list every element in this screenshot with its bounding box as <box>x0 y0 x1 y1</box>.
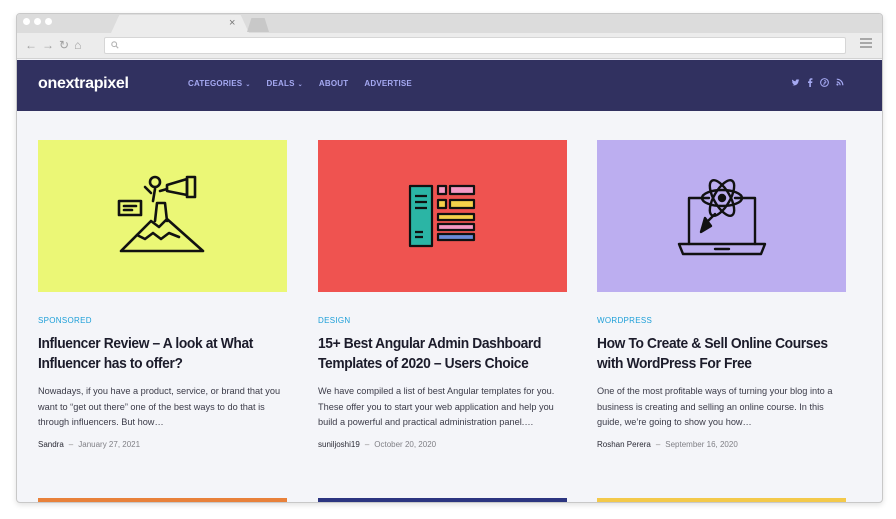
nav-item-about[interactable]: ABOUT <box>319 79 348 88</box>
facebook-icon[interactable] <box>807 78 813 87</box>
site-header: onextrapixel CATEGORIES ⌄ DEALS ⌄ ABOUT AD… <box>17 60 882 111</box>
post-title[interactable]: How To Create & Sell Online Courses with… <box>597 334 845 374</box>
post-author[interactable]: Roshan Perera <box>597 440 651 449</box>
post-title[interactable]: 15+ Best Angular Admin Dashboard Templat… <box>318 334 566 374</box>
post-date: October 20, 2020 <box>374 439 437 449</box>
post-title[interactable]: Influencer Review – A look at What Influ… <box>38 334 286 374</box>
next-post-thumbnail[interactable] <box>38 498 287 502</box>
post-meta: Roshan Perera – September 16, 2020 <box>597 440 846 449</box>
post-thumbnail[interactable] <box>597 140 846 292</box>
twitter-icon[interactable] <box>791 78 800 87</box>
browser-window: × ← → ↻ ⌂ onextrapixel CATEGORIES ⌄ DEALS… <box>16 13 883 503</box>
window-minimize-dot[interactable] <box>34 18 41 25</box>
address-bar[interactable] <box>104 37 846 54</box>
post-category[interactable]: DESIGN <box>318 316 567 325</box>
social-links <box>791 78 844 87</box>
post-category[interactable]: SPONSORED <box>38 316 287 325</box>
window-controls <box>23 18 52 25</box>
rss-icon[interactable] <box>836 78 844 86</box>
post-card: DESIGN 15+ Best Angular Admin Dashboard … <box>318 140 567 449</box>
site-logo[interactable]: onextrapixel <box>38 75 129 93</box>
meta-separator: – <box>655 439 661 449</box>
post-meta: Sandra – January 27, 2021 <box>38 440 287 449</box>
pinterest-icon[interactable] <box>820 78 829 87</box>
laptop-atom-icon <box>677 179 766 256</box>
browser-menu-icon[interactable] <box>860 38 872 50</box>
meta-separator: – <box>68 439 74 449</box>
post-thumbnail[interactable] <box>318 140 567 292</box>
window-close-dot[interactable] <box>23 18 30 25</box>
post-excerpt: Nowadays, if you have a product, service… <box>38 386 281 428</box>
nav-item-label: CATEGORIES <box>188 79 243 88</box>
post-category[interactable]: WORDPRESS <box>597 316 846 325</box>
post-excerpt: One of the most profitable ways of turni… <box>597 386 833 428</box>
back-icon[interactable]: ← <box>25 37 37 53</box>
post-card: SPONSORED Influencer Review – A look at … <box>38 140 287 449</box>
post-card: WORDPRESS How To Create & Sell Online Co… <box>597 140 846 449</box>
post-author[interactable]: Sandra <box>38 440 64 449</box>
influencer-megaphone-icon <box>117 175 204 253</box>
search-icon <box>111 41 119 49</box>
post-date: January 27, 2021 <box>78 439 141 449</box>
post-date: September 16, 2020 <box>665 439 738 449</box>
nav-item-advertise[interactable]: ADVERTISE <box>364 79 412 88</box>
chevron-down-icon: ⌄ <box>245 82 251 88</box>
reload-icon[interactable]: ↻ <box>59 37 69 53</box>
meta-separator: – <box>364 439 370 449</box>
post-meta: suniljoshi19 – October 20, 2020 <box>318 440 567 449</box>
nav-item-label: DEALS <box>266 79 295 88</box>
next-post-thumbnail[interactable] <box>318 498 567 502</box>
nav-item-label: ABOUT <box>318 79 349 88</box>
close-tab-icon[interactable]: × <box>229 16 235 30</box>
post-excerpt: We have compiled a list of best Angular … <box>318 386 555 428</box>
nav-item-label: ADVERTISE <box>364 79 412 88</box>
admin-dashboard-icon <box>408 184 475 248</box>
nav-item-deals[interactable]: DEALS ⌄ <box>267 79 303 88</box>
home-icon[interactable]: ⌂ <box>74 37 81 53</box>
post-thumbnail[interactable] <box>38 140 287 292</box>
new-tab-button[interactable] <box>247 18 269 32</box>
main-nav: CATEGORIES ⌄ DEALS ⌄ ABOUT ADVERTISE <box>188 79 428 88</box>
nav-item-categories[interactable]: CATEGORIES ⌄ <box>188 79 251 88</box>
chevron-down-icon: ⌄ <box>297 82 303 88</box>
browser-toolbar: ← → ↻ ⌂ <box>17 33 882 59</box>
next-post-thumbnail[interactable] <box>597 498 846 502</box>
window-maximize-dot[interactable] <box>45 18 52 25</box>
post-author[interactable]: suniljoshi19 <box>318 440 360 449</box>
browser-tab-bar: × <box>17 14 882 33</box>
forward-icon[interactable]: → <box>42 37 54 53</box>
